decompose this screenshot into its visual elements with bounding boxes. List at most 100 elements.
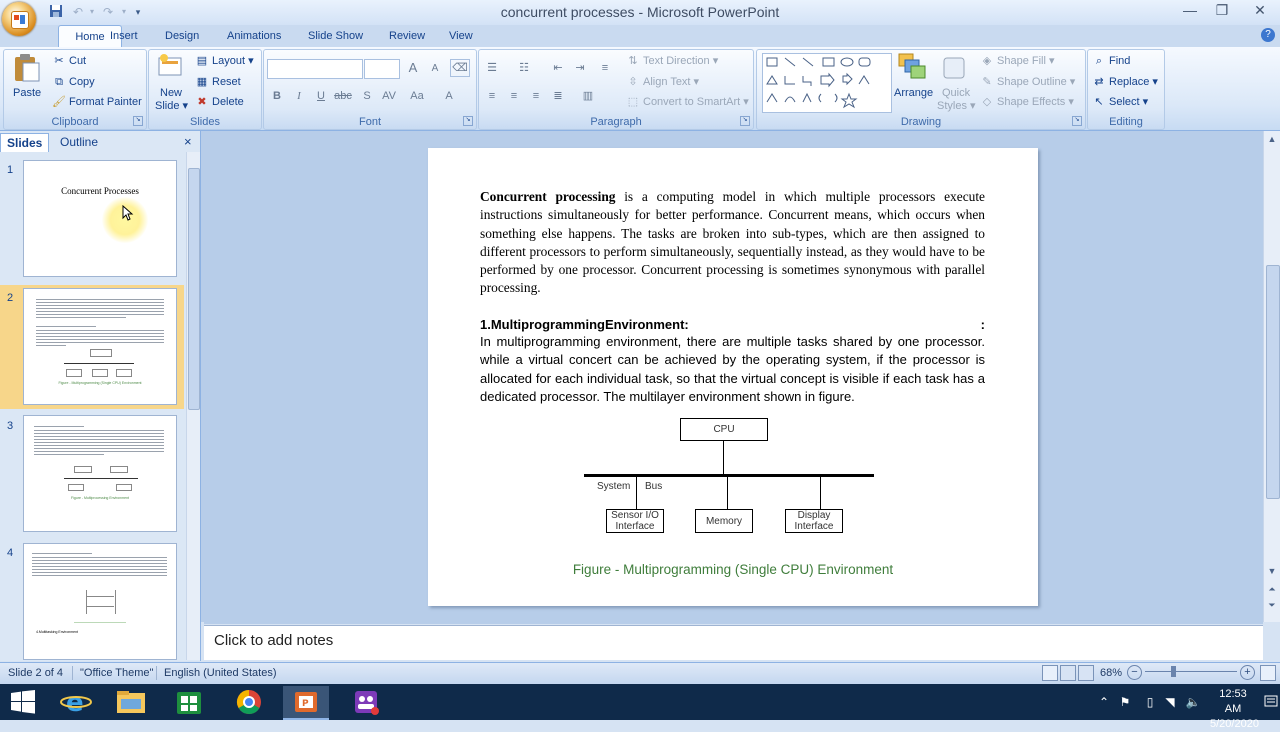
paragraph-launcher-icon[interactable]: ↘	[740, 116, 750, 126]
office-button[interactable]	[2, 2, 36, 36]
language[interactable]: English (United States)	[164, 664, 277, 682]
chrome-icon[interactable]	[226, 686, 272, 718]
meeting-app-icon[interactable]	[343, 686, 389, 718]
arrange-button[interactable]: Arrange	[894, 87, 933, 99]
columns-icon[interactable]: ▥	[579, 88, 597, 104]
volume-icon[interactable]: 🔈	[1182, 684, 1204, 720]
tab-view[interactable]: View	[445, 25, 477, 47]
zoom-level[interactable]: 68%	[1100, 664, 1122, 682]
tab-slides[interactable]: Slides	[0, 133, 50, 152]
bold-button[interactable]: B	[268, 88, 286, 104]
format-painter-button[interactable]: 🖌 Format Painter	[52, 95, 142, 109]
paste-button[interactable]: Paste	[13, 87, 41, 99]
zoom-slider-thumb[interactable]	[1171, 666, 1176, 677]
tab-review[interactable]: Review	[385, 25, 429, 47]
shadow-button[interactable]: S	[358, 88, 376, 104]
undo-dropdown-icon[interactable]: ▾	[84, 4, 100, 20]
wifi-icon[interactable]: ◥	[1160, 684, 1180, 720]
main-vertical-scrollbar[interactable]: ▲ ▼ ⏶ ⏷	[1263, 131, 1280, 622]
close-button[interactable]: ✕	[1240, 0, 1280, 22]
new-slide-label-2[interactable]: Slide ▾	[155, 99, 188, 112]
sensor-io-box[interactable]: Sensor I/O Interface	[606, 509, 664, 533]
slide-sorter-icon[interactable]	[1060, 665, 1076, 681]
store-icon[interactable]	[166, 686, 212, 718]
powerpoint-taskbar-icon[interactable]: P	[283, 686, 329, 720]
fit-to-window-icon[interactable]	[1260, 665, 1276, 681]
tab-outline[interactable]: Outline	[54, 133, 104, 151]
increase-indent-icon[interactable]: ⇥	[571, 60, 589, 76]
select-button[interactable]: ↖ Select ▾	[1092, 95, 1148, 109]
redo-icon[interactable]: ↷	[100, 4, 116, 20]
scroll-thumb[interactable]	[1266, 265, 1280, 499]
flag-icon[interactable]: ⚑	[1115, 684, 1135, 720]
concurrent-processing-paragraph[interactable]: Concurrent processing is a computing mod…	[480, 188, 985, 298]
quick-styles-icon[interactable]	[940, 54, 970, 84]
tab-slide-show[interactable]: Slide Show	[304, 25, 367, 47]
show-hidden-icons[interactable]: ⌃	[1093, 684, 1115, 720]
reset-button[interactable]: ▦ Reset	[195, 75, 241, 89]
section-heading[interactable]: 1.MultiprogrammingEnvironment::	[480, 316, 985, 334]
underline-button[interactable]: U	[312, 88, 330, 104]
bullets-icon[interactable]: ☰	[483, 60, 501, 76]
find-button[interactable]: ⌕ Find	[1092, 54, 1131, 68]
align-text-button[interactable]: ⇳ Align Text ▾	[626, 75, 699, 89]
close-pane-icon[interactable]: ×	[178, 133, 198, 151]
justify-icon[interactable]: ≣	[549, 88, 567, 104]
quick-styles-label[interactable]: Quick	[942, 87, 970, 99]
tab-design[interactable]: Design	[161, 25, 203, 47]
system-clock[interactable]: 12:53 AM 5/20/2020	[1210, 687, 1259, 732]
quick-styles-label-2[interactable]: Styles ▾	[937, 99, 976, 112]
notes-placeholder[interactable]: Click to add notes	[214, 632, 333, 649]
paste-icon[interactable]	[10, 52, 44, 84]
notifications-icon[interactable]	[1263, 686, 1280, 718]
tab-insert[interactable]: Insert	[106, 25, 142, 47]
new-slide-label[interactable]: New	[160, 87, 182, 99]
change-case-button[interactable]: Aa	[408, 88, 426, 104]
shape-outline-button[interactable]: ✎ Shape Outline ▾	[980, 75, 1075, 89]
convert-smartart-button[interactable]: ⬚ Convert to SmartArt ▾	[626, 95, 749, 109]
cut-button[interactable]: ✂ Cut	[52, 54, 86, 68]
normal-view-icon[interactable]	[1042, 665, 1058, 681]
help-icon[interactable]: ?	[1261, 28, 1275, 42]
replace-button[interactable]: ⇄ Replace ▾	[1092, 75, 1158, 89]
decrease-indent-icon[interactable]: ⇤	[549, 60, 567, 76]
slide-thumbnail-1[interactable]: Concurrent Processes	[23, 160, 177, 277]
zoom-in-icon[interactable]: +	[1240, 665, 1255, 680]
numbering-icon[interactable]: ☷	[515, 60, 533, 76]
display-interface-box[interactable]: Display Interface	[785, 509, 843, 533]
file-explorer-icon[interactable]	[108, 686, 154, 718]
text-direction-button[interactable]: ⇅ Text Direction ▾	[626, 54, 718, 68]
next-slide-icon[interactable]: ⏷	[1266, 599, 1278, 611]
line-spacing-icon[interactable]: ≡	[596, 60, 614, 76]
notes-pane[interactable]	[204, 625, 1263, 660]
new-slide-icon[interactable]	[156, 52, 186, 82]
zoom-out-icon[interactable]: −	[1127, 665, 1142, 680]
save-icon[interactable]	[48, 4, 64, 20]
shapes-gallery[interactable]	[762, 53, 892, 113]
strikethrough-button[interactable]: abc	[334, 88, 352, 104]
internet-explorer-icon[interactable]: e	[54, 686, 100, 718]
delete-button[interactable]: ✖ Delete	[195, 95, 243, 109]
shape-effects-button[interactable]: ◇ Shape Effects ▾	[980, 95, 1074, 109]
notes-splitter[interactable]	[204, 620, 1263, 624]
font-size-combo[interactable]	[364, 59, 400, 79]
italic-button[interactable]: I	[290, 88, 308, 104]
slide-canvas[interactable]: Concurrent processing is a computing mod…	[428, 148, 1038, 606]
restore-button[interactable]: ❐	[1208, 0, 1236, 22]
previous-slide-icon[interactable]: ⏶	[1266, 583, 1278, 595]
slide-thumbnail-3[interactable]: Figure - Multiprocessing Environment	[23, 415, 177, 532]
shape-fill-button[interactable]: ◈ Shape Fill ▾	[980, 54, 1055, 68]
slide-show-icon[interactable]	[1078, 665, 1094, 681]
align-right-icon[interactable]: ≡	[527, 88, 545, 104]
zoom-slider-track[interactable]	[1145, 671, 1237, 672]
battery-icon[interactable]: ▯	[1140, 684, 1160, 720]
shrink-font-button[interactable]: A	[426, 61, 444, 77]
layout-button[interactable]: ▤ Layout ▾	[195, 54, 254, 68]
scroll-up-icon[interactable]: ▲	[1266, 133, 1278, 145]
memory-box[interactable]: Memory	[695, 509, 753, 533]
figure-caption[interactable]: Figure - Multiprogramming (Single CPU) E…	[428, 562, 1038, 577]
slides-pane-scrollbar[interactable]	[186, 152, 200, 660]
clipboard-launcher-icon[interactable]: ↘	[133, 116, 143, 126]
font-name-combo[interactable]	[267, 59, 363, 79]
scroll-thumb[interactable]	[188, 168, 200, 410]
